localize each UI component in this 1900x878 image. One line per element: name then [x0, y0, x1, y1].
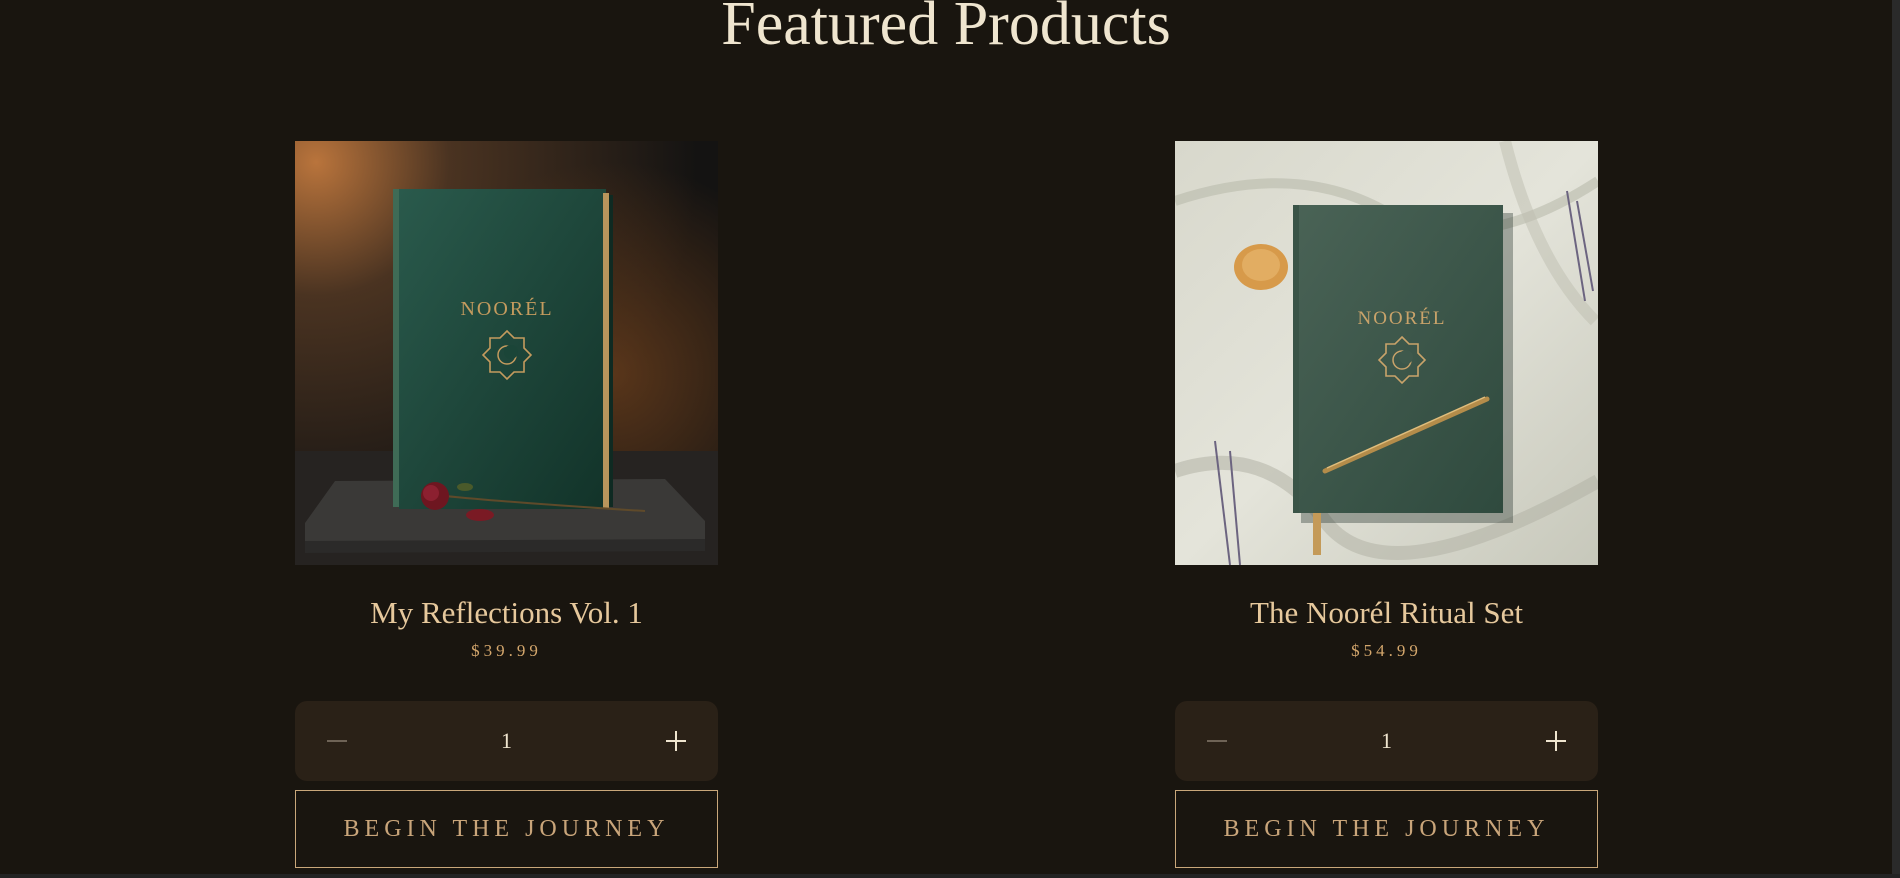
minus-icon	[327, 740, 347, 742]
product-name[interactable]: The Noorél Ritual Set	[1175, 593, 1598, 633]
decrement-button[interactable]	[1197, 721, 1237, 761]
journal-photo: NOORÉL	[295, 141, 718, 565]
ritual-set-photo: NOORÉL	[1175, 141, 1598, 565]
window-edge	[0, 874, 1900, 878]
quantity-value[interactable]: 1	[1381, 728, 1392, 754]
product-price: $39.99	[471, 641, 542, 660]
svg-text:NOORÉL: NOORÉL	[460, 297, 553, 320]
product-card: NOORÉL The Noorél Ritual Set $54.99 1 BE…	[1175, 141, 1598, 868]
svg-text:NOORÉL: NOORÉL	[1357, 307, 1446, 329]
plus-icon	[666, 731, 686, 751]
begin-journey-button[interactable]: BEGIN THE JOURNEY	[1175, 790, 1598, 868]
decrement-button[interactable]	[317, 721, 357, 761]
product-image[interactable]: NOORÉL	[1175, 141, 1598, 565]
product-image[interactable]: NOORÉL	[295, 141, 718, 565]
increment-button[interactable]	[656, 721, 696, 761]
quantity-stepper: 1	[1175, 701, 1598, 781]
quantity-value[interactable]: 1	[501, 728, 512, 754]
wax-seal	[1234, 244, 1288, 290]
section-title: Featured Products	[721, 0, 1171, 58]
minus-icon	[1207, 740, 1227, 742]
product-price: $54.99	[1351, 641, 1422, 660]
increment-button[interactable]	[1536, 721, 1576, 761]
begin-journey-button[interactable]: BEGIN THE JOURNEY	[295, 790, 718, 868]
product-name[interactable]: My Reflections Vol. 1	[295, 593, 718, 633]
quantity-stepper: 1	[295, 701, 718, 781]
plus-icon	[1546, 731, 1566, 751]
scrollbar[interactable]	[1892, 0, 1900, 878]
product-card: NOORÉL My Reflections Vol. 1 $39.99 1 BE…	[295, 141, 718, 868]
